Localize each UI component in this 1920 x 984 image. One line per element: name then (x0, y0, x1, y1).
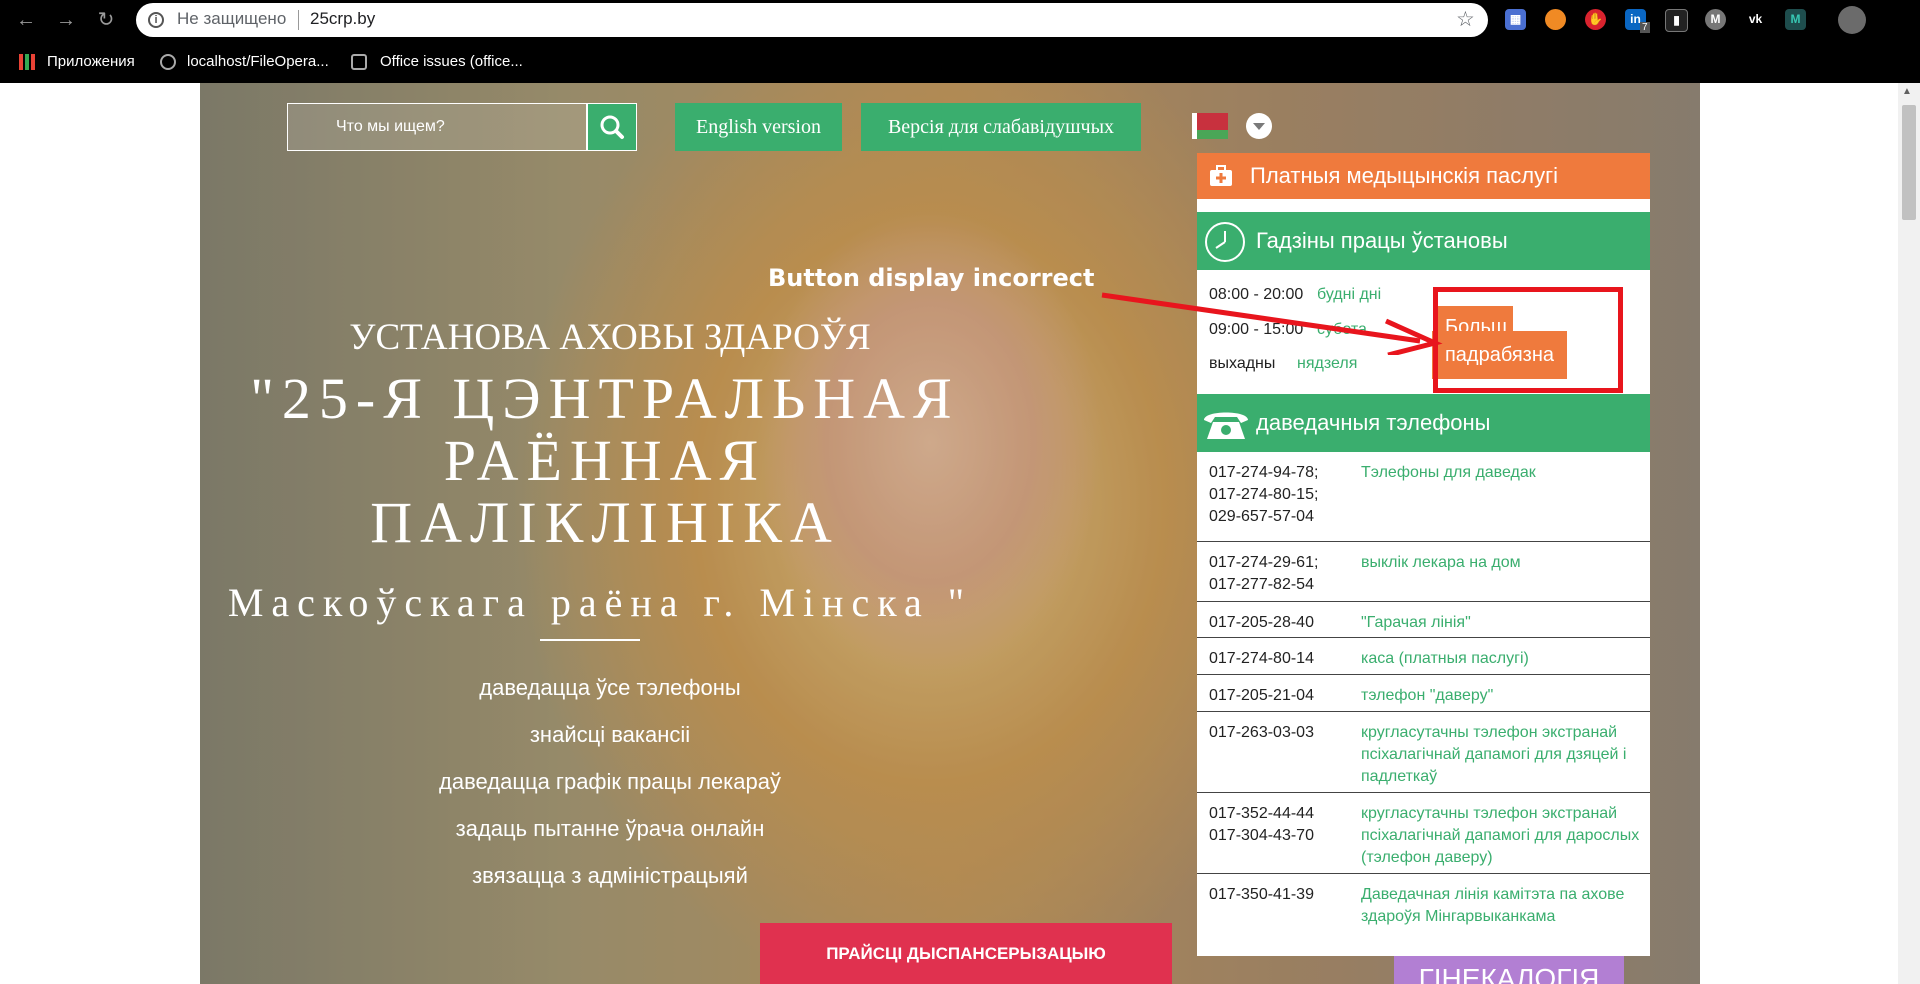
phone-row: 017-205-21-04 тэлефон "даверу" (1197, 675, 1650, 712)
phone-numbers: 017-274-29-61; 017-277-82-54 (1209, 554, 1319, 593)
hero-title-name: "25-Я ЦЭНТРАЛЬНАЯ РАЁННАЯ ПАЛІКЛІНІКА (250, 366, 960, 555)
clock-icon (1205, 222, 1245, 262)
hero-link-all-phones[interactable]: даведацца ўсе тэлефоны (370, 675, 850, 701)
phone-numbers: 017-205-21-04 (1209, 687, 1314, 704)
extension-puzzle-icon[interactable]: ▮ (1665, 9, 1688, 32)
bookmark-star-icon[interactable]: ☆ (1456, 7, 1475, 32)
gynecology-button[interactable]: ГІНЕКАЛОГІЯ (1394, 956, 1624, 984)
phone-row: 017-274-29-61; 017-277-82-54 выклік лека… (1197, 542, 1650, 602)
phones-header: даведачныя тэлефоны (1197, 394, 1650, 452)
phone-description[interactable]: Тэлефоны для даведак (1361, 462, 1649, 484)
hours-sunday-time: выхадны (1209, 355, 1276, 372)
paid-services-banner[interactable]: Платныя медыцынскія паслугі (1197, 153, 1650, 199)
url-text[interactable]: 25crp.by (310, 9, 375, 29)
scrollbar-thumb[interactable] (1902, 105, 1916, 220)
forward-arrow-icon[interactable]: → (52, 6, 80, 34)
first-aid-kit-icon (1210, 165, 1232, 186)
extension-hand-icon[interactable]: ✋ (1585, 9, 1606, 30)
extension-badge: 7 (1640, 22, 1650, 33)
bookmark-fileopera[interactable]: localhost/FileOpera... (187, 40, 329, 83)
phone-description[interactable]: каса (платныя паслугі) (1361, 648, 1649, 670)
hero-link-contact-admin[interactable]: звязацца з адміністрацыяй (370, 863, 850, 889)
phone-numbers: 017-205-28-40 (1209, 614, 1314, 631)
address-separator (298, 10, 299, 30)
belarus-flag-green-stripe (1192, 130, 1228, 139)
search-input[interactable] (288, 104, 578, 150)
extension-m-icon[interactable]: M (1705, 9, 1726, 30)
search-icon (600, 115, 624, 139)
telephone-icon (1204, 412, 1248, 439)
phone-row: 017-274-94-78; 017-274-80-15; 029-657-57… (1197, 452, 1650, 542)
bookmark-apps[interactable]: Приложения (47, 40, 135, 83)
extension-m-green-icon[interactable]: M (1785, 9, 1806, 30)
phone-numbers: 017-350-41-39 (1209, 886, 1314, 903)
hero-divider (540, 639, 640, 641)
profile-avatar[interactable] (1838, 6, 1866, 34)
belarus-flag-icon[interactable] (1192, 113, 1228, 130)
phone-numbers: 017-274-80-14 (1209, 650, 1314, 667)
phone-row: 017-263-03-03 кругласутачны тэлефон экст… (1197, 712, 1650, 793)
phone-row: 017-350-41-39 Даведачная лінія камітэта … (1197, 874, 1650, 934)
apps-grid-icon (19, 54, 35, 70)
phone-numbers: 017-274-94-78; 017-274-80-15; 029-657-57… (1209, 464, 1319, 525)
extension-ball-icon[interactable] (1545, 9, 1566, 30)
belarus-flag-ornament (1192, 113, 1197, 139)
hero-link-ask-doctor[interactable]: задаць пытанне ўрача онлайн (370, 816, 850, 842)
phone-numbers: 017-352-44-44 017-304-43-70 (1209, 805, 1314, 844)
phone-description[interactable]: кругласутачны тэлефон экстранай псіхалаг… (1361, 722, 1649, 788)
hours-sunday-label[interactable]: нядзеля (1297, 355, 1357, 373)
language-dropdown-icon[interactable] (1246, 113, 1272, 139)
annotation-arrow-icon (1101, 292, 1443, 355)
phone-row: 017-205-28-40 "Гарачая лінія" (1197, 602, 1650, 638)
scroll-up-arrow-icon[interactable]: ▲ (1902, 86, 1912, 97)
medical-exam-button[interactable]: ПРАЙСЦІ ДЫСПАНСЕРЫЗАЦЫЮ (760, 923, 1172, 984)
back-arrow-icon[interactable]: ← (12, 6, 40, 34)
phones-title: даведачныя тэлефоны (1256, 410, 1491, 435)
annotation-label: Button display incorrect (768, 264, 1095, 292)
reload-icon[interactable]: ↻ (92, 6, 120, 34)
bookmark-office-issues[interactable]: Office issues (office... (380, 40, 523, 83)
search-button[interactable] (587, 103, 637, 151)
hero-title-institution: УСТАНОВА АХОВЫ ЗДАРОЎЯ (349, 317, 871, 358)
info-icon[interactable]: i (148, 12, 164, 28)
phone-row: 017-274-80-14 каса (платныя паслугі) (1197, 638, 1650, 675)
security-label: Не защищено (177, 9, 287, 28)
phone-row: 017-352-44-44 017-304-43-70 кругласутачн… (1197, 793, 1650, 874)
english-version-button[interactable]: English version (675, 103, 842, 151)
paid-services-label: Платныя медыцынскія паслугі (1250, 163, 1558, 188)
phone-description[interactable]: тэлефон "даверу" (1361, 685, 1649, 707)
phone-description[interactable]: выклік лекара на дом (1361, 552, 1649, 574)
hero-link-doctor-schedule[interactable]: даведацца графік працы лекараў (370, 769, 850, 795)
phone-numbers: 017-263-03-03 (1209, 724, 1314, 741)
office-issues-icon (351, 54, 367, 70)
extension-grid-icon[interactable]: ▦ (1505, 9, 1526, 30)
phone-description[interactable]: "Гарачая лінія" (1361, 612, 1649, 634)
annotation-highlight-box (1433, 287, 1623, 393)
working-hours-header: Гадзіны працы ўстановы (1197, 212, 1650, 270)
globe-icon (160, 54, 176, 70)
hero-link-vacancies[interactable]: знайсці вакансіі (370, 722, 850, 748)
working-hours-title: Гадзіны працы ўстановы (1256, 228, 1508, 253)
phone-description[interactable]: кругласутачны тэлефон экстранай псіхалаг… (1361, 803, 1649, 869)
hero-title-district: Маскоўскага раёна г. Мінска " (227, 580, 973, 625)
low-vision-version-button[interactable]: Версія для слабавідушчых (861, 103, 1141, 151)
vk-icon[interactable]: vk (1745, 9, 1766, 30)
phone-description[interactable]: Даведачная лінія камітэта па ахове здаро… (1361, 884, 1649, 928)
